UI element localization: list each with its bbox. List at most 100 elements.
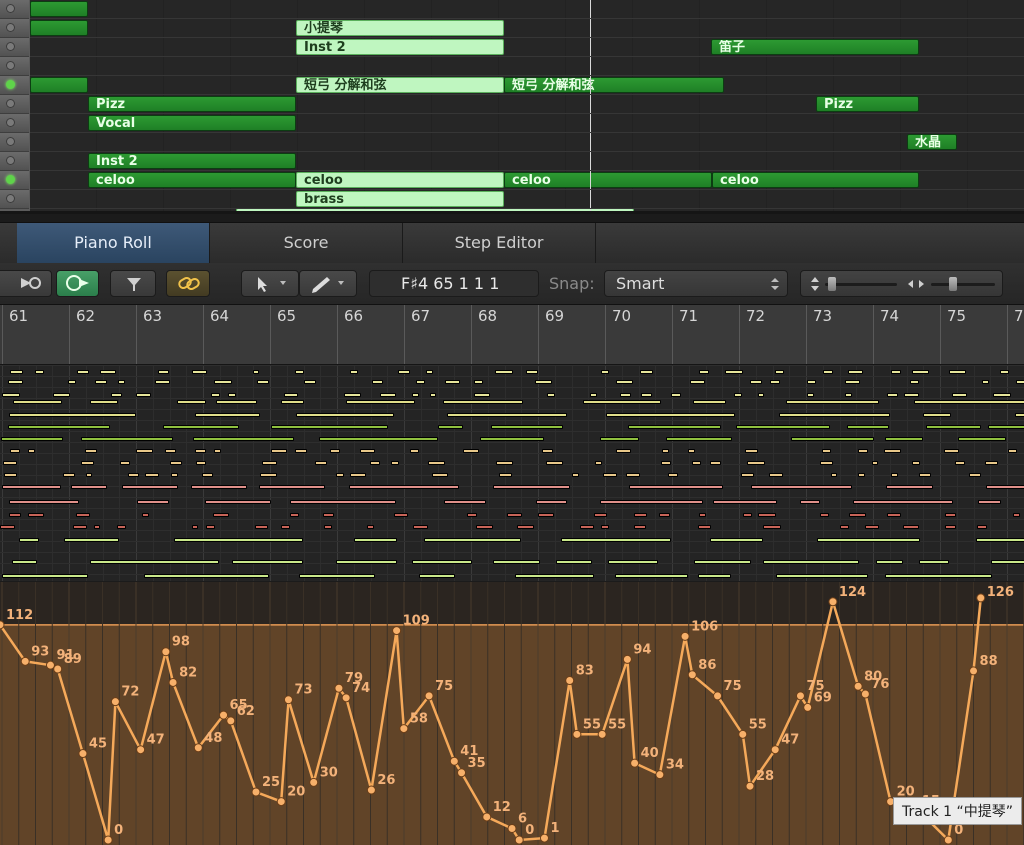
- midi-note[interactable]: [155, 380, 170, 384]
- midi-note[interactable]: [18, 538, 40, 542]
- midi-note[interactable]: [164, 449, 176, 453]
- midi-note[interactable]: [1007, 449, 1018, 453]
- midi-note[interactable]: [227, 393, 236, 397]
- automation-point[interactable]: [597, 729, 607, 739]
- midi-note[interactable]: [211, 393, 221, 397]
- midi-note[interactable]: [213, 449, 222, 453]
- midi-note[interactable]: [110, 393, 123, 397]
- automation-point[interactable]: [45, 660, 55, 670]
- midi-note[interactable]: [271, 425, 389, 429]
- automation-point[interactable]: [860, 689, 870, 699]
- midi-note[interactable]: [0, 525, 16, 529]
- pencil-tool-menu[interactable]: [299, 270, 357, 297]
- midi-note[interactable]: [330, 449, 341, 453]
- midi-note[interactable]: [535, 500, 567, 504]
- midi-note[interactable]: [231, 560, 304, 564]
- midi-note[interactable]: [290, 500, 397, 504]
- midi-note[interactable]: [380, 393, 397, 397]
- midi-note[interactable]: [1, 393, 20, 397]
- midi-note[interactable]: [911, 370, 929, 374]
- tab-score[interactable]: Score: [210, 223, 403, 263]
- midi-note[interactable]: [64, 538, 119, 542]
- automation-point[interactable]: [803, 702, 813, 712]
- automation-point[interactable]: [539, 833, 549, 843]
- midi-note[interactable]: [177, 400, 207, 404]
- midi-note[interactable]: [844, 393, 852, 397]
- automation-point[interactable]: [193, 743, 203, 753]
- midi-note[interactable]: [122, 485, 179, 489]
- midi-note[interactable]: [346, 400, 415, 404]
- region[interactable]: celoo: [88, 172, 296, 188]
- midi-note[interactable]: [1, 485, 61, 489]
- midi-note[interactable]: [135, 449, 153, 453]
- ruler-bar[interactable]: 66: [337, 305, 363, 364]
- midi-note[interactable]: [758, 513, 777, 517]
- track-header[interactable]: [0, 190, 29, 209]
- midi-note[interactable]: [344, 393, 361, 397]
- midi-note[interactable]: [86, 473, 93, 477]
- midi-note[interactable]: [608, 560, 659, 564]
- midi-note[interactable]: [493, 560, 540, 564]
- ruler-bar[interactable]: 70: [605, 305, 631, 364]
- ruler-bar[interactable]: 67: [404, 305, 430, 364]
- midi-note[interactable]: [4, 473, 18, 477]
- midi-note[interactable]: [259, 473, 278, 477]
- midi-note[interactable]: [875, 560, 904, 564]
- midi-note[interactable]: [945, 513, 957, 517]
- automation-point[interactable]: [680, 631, 690, 641]
- midi-note[interactable]: [280, 525, 291, 529]
- midi-note[interactable]: [290, 513, 300, 517]
- midi-note[interactable]: [990, 560, 1024, 564]
- midi-note[interactable]: [391, 461, 400, 465]
- midi-note[interactable]: [949, 370, 966, 374]
- ruler-bar[interactable]: 63: [136, 305, 162, 364]
- midi-note[interactable]: [492, 485, 570, 489]
- midi-note[interactable]: [192, 437, 295, 441]
- midi-note[interactable]: [909, 380, 920, 384]
- midi-note[interactable]: [257, 380, 269, 384]
- midi-note[interactable]: [495, 370, 513, 374]
- midi-note[interactable]: [665, 437, 732, 441]
- automation-point[interactable]: [853, 681, 863, 691]
- midi-note[interactable]: [914, 400, 1024, 404]
- midi-note[interactable]: [437, 425, 464, 429]
- track-header[interactable]: [0, 19, 29, 38]
- midi-note[interactable]: [259, 485, 325, 489]
- track-status-led[interactable]: [6, 42, 15, 51]
- tab-step-editor[interactable]: Step Editor: [403, 223, 596, 263]
- midi-note[interactable]: [606, 413, 736, 417]
- midi-note[interactable]: [446, 413, 568, 417]
- midi-note[interactable]: [945, 525, 956, 529]
- midi-note[interactable]: [724, 370, 743, 374]
- automation-point[interactable]: [219, 710, 229, 720]
- track-status-led[interactable]: [6, 4, 15, 13]
- midi-note[interactable]: [904, 393, 920, 397]
- automation-point[interactable]: [283, 695, 293, 705]
- automation-point[interactable]: [366, 785, 376, 795]
- midi-note[interactable]: [8, 513, 22, 517]
- automation-point[interactable]: [226, 716, 236, 726]
- automation-point[interactable]: [482, 812, 492, 822]
- region[interactable]: celoo: [504, 172, 712, 188]
- midi-note[interactable]: [462, 449, 480, 453]
- midi-note[interactable]: [202, 473, 214, 477]
- track-header[interactable]: [0, 38, 29, 57]
- midi-note[interactable]: [976, 525, 987, 529]
- automation-point[interactable]: [78, 749, 88, 759]
- track-status-led[interactable]: [6, 156, 15, 165]
- midi-note[interactable]: [212, 513, 229, 517]
- midi-note[interactable]: [412, 560, 473, 564]
- midi-note[interactable]: [769, 380, 780, 384]
- midi-note[interactable]: [817, 538, 920, 542]
- midi-note[interactable]: [314, 461, 327, 465]
- region[interactable]: Pizz: [88, 96, 296, 112]
- midi-note[interactable]: [216, 400, 257, 404]
- midi-note[interactable]: [555, 560, 593, 564]
- midi-note[interactable]: [775, 574, 868, 578]
- midi-note[interactable]: [858, 473, 866, 477]
- midi-note[interactable]: [690, 380, 706, 384]
- region[interactable]: Pizz: [816, 96, 919, 112]
- midi-note[interactable]: [976, 538, 1024, 542]
- midi-note[interactable]: [583, 400, 662, 404]
- midi-note[interactable]: [993, 393, 1011, 397]
